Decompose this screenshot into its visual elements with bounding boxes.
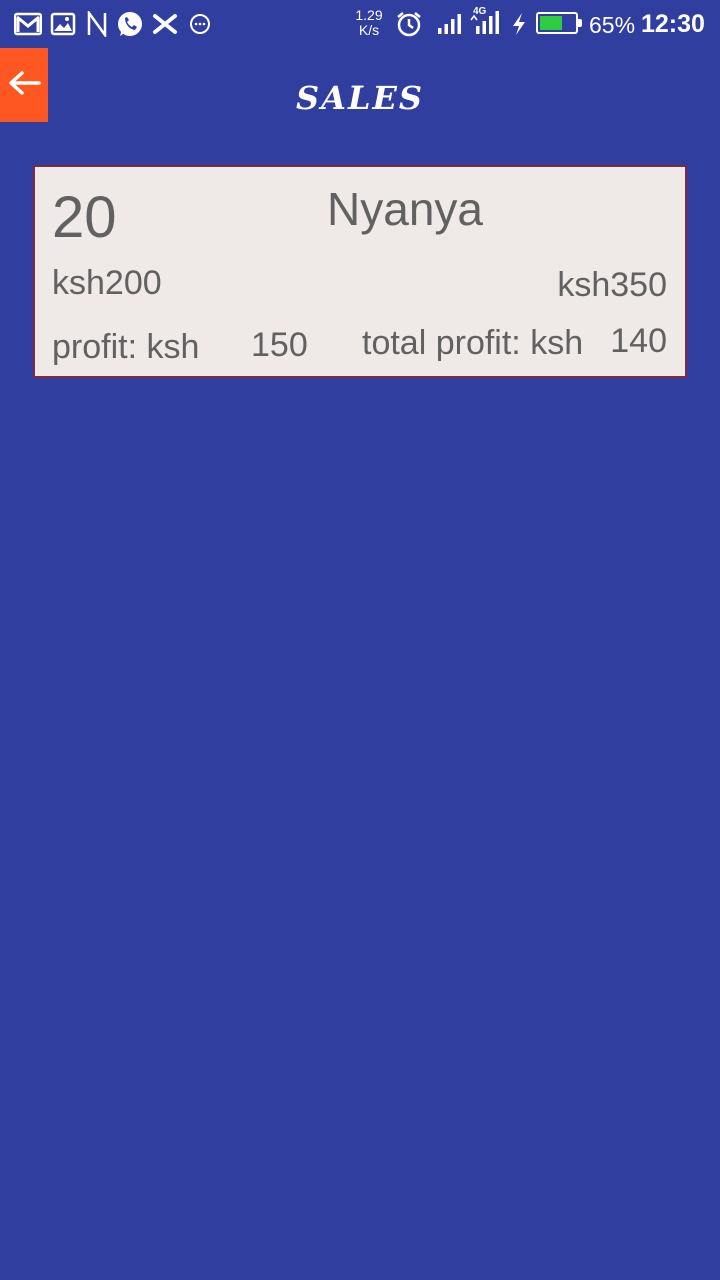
total-profit-label: total profit: ksh bbox=[362, 324, 584, 362]
network-speed-unit: K/s bbox=[358, 22, 380, 38]
alarm-clock-icon bbox=[395, 10, 423, 38]
status-time: 12:30 bbox=[641, 10, 705, 38]
buying-price: ksh200 bbox=[52, 264, 162, 302]
signal-strength-icon bbox=[436, 10, 464, 38]
sales-screen: 1.29 K/s 4G 65% 12:30 SALES 20 Nyanya ks… bbox=[0, 0, 720, 1280]
network-type-label: 4G bbox=[473, 6, 487, 17]
battery-level bbox=[540, 16, 563, 30]
whatsapp-icon bbox=[116, 10, 144, 38]
back-button[interactable] bbox=[0, 48, 48, 122]
signal-4g-icon: 4G bbox=[470, 6, 502, 36]
x-app-icon bbox=[151, 10, 179, 38]
sale-item-card[interactable]: 20 Nyanya ksh200 ksh350 profit: ksh 150 … bbox=[33, 165, 687, 378]
product-name: Nyanya bbox=[327, 183, 483, 235]
network-speed-value: 1.29 bbox=[355, 7, 383, 23]
battery-cap bbox=[578, 19, 582, 27]
more-notifications-icon bbox=[186, 10, 214, 38]
selling-price: ksh350 bbox=[557, 266, 667, 304]
arrow-left-icon bbox=[7, 70, 41, 100]
status-bar: 1.29 K/s 4G 65% 12:30 bbox=[0, 0, 720, 48]
network-speed: 1.29 K/s bbox=[350, 8, 388, 38]
battery-percent: 65% bbox=[589, 12, 636, 38]
total-profit-value: 140 bbox=[610, 322, 667, 360]
charging-bolt-icon bbox=[505, 10, 533, 38]
sale-quantity: 20 bbox=[52, 185, 117, 250]
gmail-icon bbox=[14, 10, 42, 38]
profit-label: profit: ksh bbox=[52, 328, 200, 366]
n-app-icon bbox=[83, 10, 111, 38]
battery-icon bbox=[536, 12, 582, 34]
page-title: SALES bbox=[296, 79, 424, 117]
profit-value: 150 bbox=[251, 326, 308, 364]
gallery-icon bbox=[49, 10, 77, 38]
